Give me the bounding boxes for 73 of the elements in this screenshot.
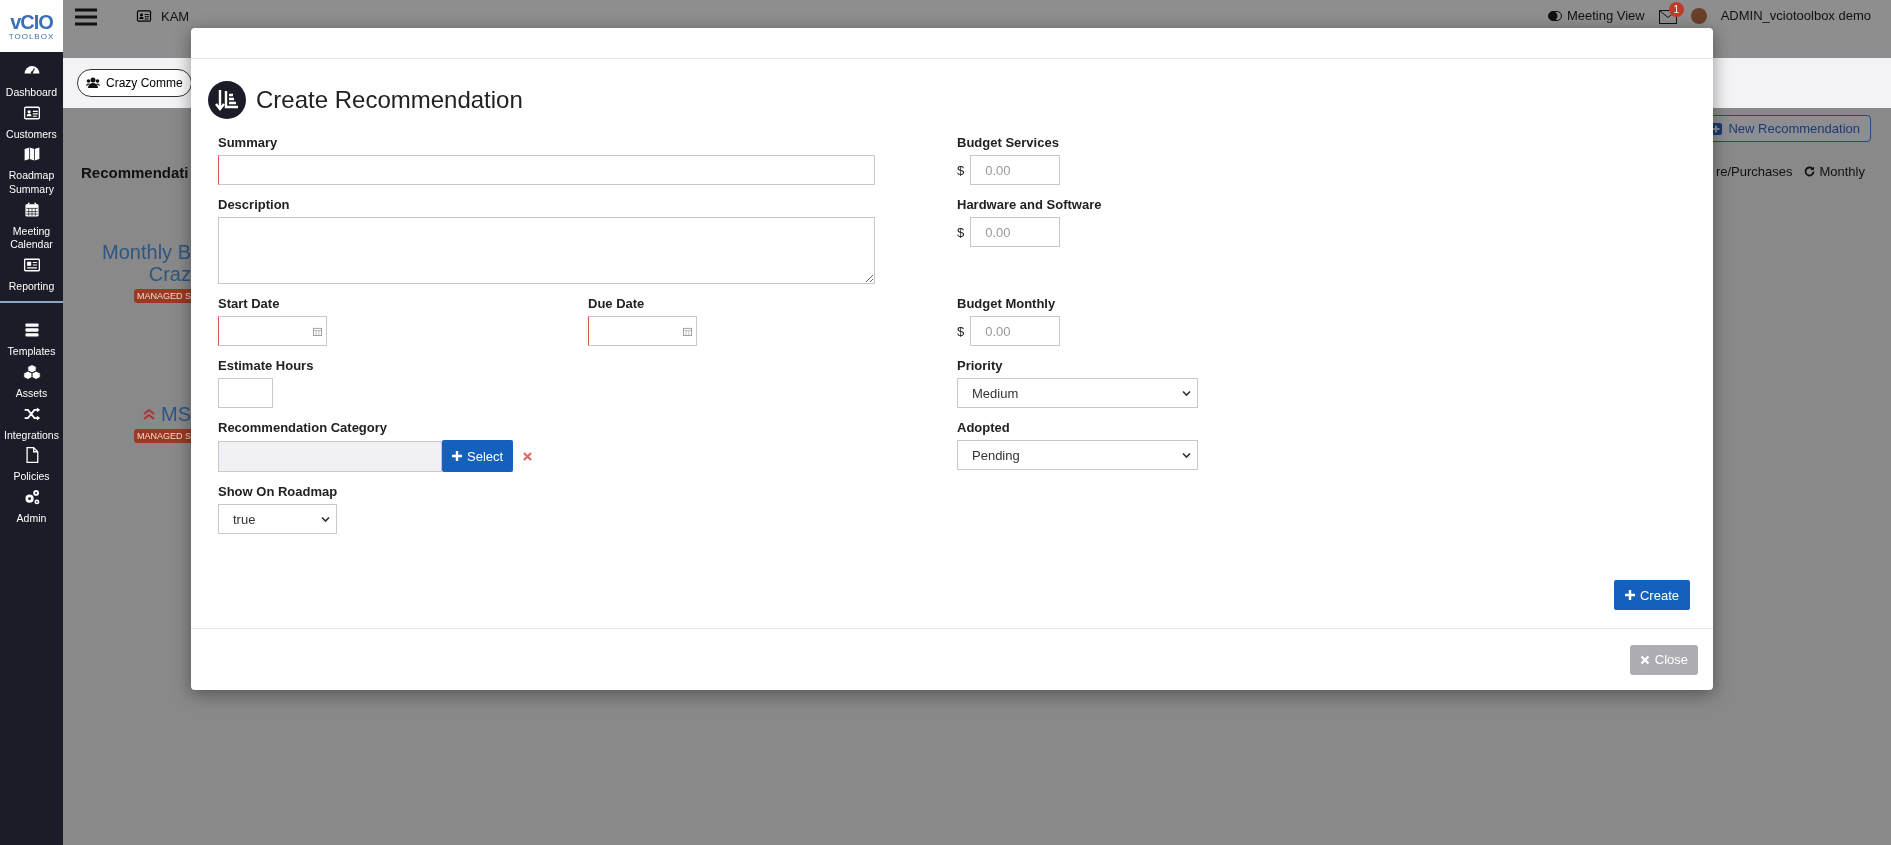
plus-icon bbox=[452, 451, 462, 461]
filter-link[interactable]: re/Purchases bbox=[1715, 164, 1793, 179]
currency-sign: $ bbox=[957, 224, 965, 240]
avatar[interactable] bbox=[1690, 8, 1707, 24]
map-icon bbox=[22, 145, 41, 164]
sidebar-item[interactable]: Dashboard bbox=[0, 62, 63, 100]
sidebar-item[interactable]: Integrations bbox=[0, 404, 63, 443]
category-tag: MANAGED S bbox=[134, 429, 191, 443]
field-label: Priority bbox=[957, 358, 1004, 373]
chevron-down-icon bbox=[1182, 389, 1191, 397]
category-tag: MANAGED S bbox=[134, 289, 191, 303]
category-field[interactable] bbox=[218, 440, 442, 472]
date-field[interactable] bbox=[218, 316, 327, 346]
cubes-icon bbox=[22, 363, 41, 382]
create-button[interactable]: Create bbox=[1613, 580, 1690, 610]
calendar-icon[interactable] bbox=[683, 326, 692, 336]
logo: vCIO TOOLBOX bbox=[0, 0, 63, 52]
field-label: Recommendation Category bbox=[218, 420, 389, 435]
field-label: Estimate Hours bbox=[218, 358, 314, 373]
toggle-icon bbox=[1547, 10, 1562, 21]
field-label: Budget Services bbox=[957, 135, 1060, 150]
sidebar-item[interactable]: Meeting Calendar bbox=[0, 200, 63, 252]
description-field[interactable] bbox=[218, 217, 875, 284]
field-label: Due Date bbox=[588, 296, 646, 311]
modal-title: Create Recommendation bbox=[256, 86, 523, 114]
field-label: Start Date bbox=[218, 296, 281, 311]
page-title: Recommendati bbox=[81, 164, 189, 181]
currency-sign: $ bbox=[957, 162, 965, 178]
notification-badge: 1 bbox=[1668, 2, 1684, 17]
field-label: Hardware and Software bbox=[957, 197, 1102, 212]
amount-field[interactable]: 0.00 bbox=[970, 217, 1061, 247]
customer-button[interactable]: Crazy Comme bbox=[77, 69, 192, 97]
sidebar-item[interactable]: Customers bbox=[0, 103, 63, 142]
dropdown[interactable]: true bbox=[218, 504, 337, 534]
amount-field[interactable]: 0.00 bbox=[970, 155, 1061, 185]
user-name[interactable]: ADMIN_vciotoolbox demo bbox=[1720, 8, 1871, 23]
sort-icon bbox=[208, 81, 246, 119]
date-field[interactable] bbox=[588, 316, 697, 346]
field-label: Summary bbox=[218, 135, 279, 150]
id-card-icon bbox=[135, 8, 153, 24]
sidebar-item[interactable]: Policies bbox=[0, 446, 63, 485]
field-label: Budget Monthly bbox=[957, 296, 1057, 311]
select-button[interactable]: Select bbox=[442, 440, 514, 472]
stack-icon bbox=[22, 321, 41, 340]
field-label: Description bbox=[218, 197, 291, 212]
field-label: Show On Roadmap bbox=[218, 484, 338, 499]
sidebar-item[interactable]: Roadmap Summary bbox=[0, 145, 63, 197]
meeting-view-toggle[interactable]: Meeting View bbox=[1547, 8, 1645, 23]
calendar-icon bbox=[22, 200, 41, 219]
refresh-icon bbox=[1804, 166, 1816, 177]
chevron-down-icon bbox=[1182, 451, 1191, 459]
amount-field[interactable]: 0.00 bbox=[970, 316, 1061, 346]
clear-icon[interactable] bbox=[523, 451, 533, 461]
gears-icon bbox=[22, 488, 41, 507]
currency-sign: $ bbox=[957, 323, 965, 339]
sidebar-item[interactable]: Admin bbox=[0, 488, 63, 526]
sidebar-item[interactable]: Reporting bbox=[0, 255, 63, 294]
dropdown[interactable]: Medium bbox=[957, 378, 1198, 408]
sidebar-item[interactable]: Templates bbox=[0, 321, 63, 360]
chevron-up-icon bbox=[143, 408, 155, 420]
plus-icon bbox=[1624, 590, 1635, 600]
filter-link[interactable]: Monthly bbox=[1804, 164, 1865, 179]
close-icon bbox=[1639, 654, 1650, 665]
menu-icon[interactable] bbox=[75, 8, 97, 26]
nav-tab[interactable]: KAM bbox=[135, 8, 190, 24]
dropdown[interactable]: Pending bbox=[957, 440, 1198, 470]
summary-field[interactable] bbox=[218, 155, 875, 185]
hours-field[interactable] bbox=[218, 378, 273, 408]
chevron-down-icon bbox=[321, 515, 330, 523]
field-label: Adopted bbox=[957, 420, 1011, 435]
users-icon bbox=[86, 77, 100, 89]
calendar-icon[interactable] bbox=[313, 326, 322, 336]
sidebar-item[interactable]: Assets bbox=[0, 363, 63, 401]
